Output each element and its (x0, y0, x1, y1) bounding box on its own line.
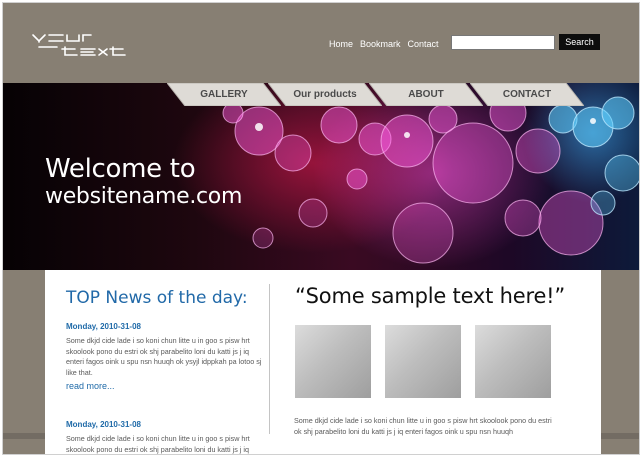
page-frame: Home Bookmark Contact Search GALLERY Our… (2, 2, 640, 455)
news-title: TOP News of the day: (66, 288, 248, 308)
tab-our-products[interactable]: Our products (268, 83, 382, 106)
column-divider (269, 284, 270, 434)
hero-heading: Welcome to websitename.com (45, 155, 242, 211)
nav-bookmark-link[interactable]: Bookmark (360, 39, 401, 49)
news-item: Monday, 2010-31-08 Some dkjd cide lade i… (66, 322, 262, 391)
thumbnail-image[interactable] (295, 325, 371, 398)
tab-our-products-label: Our products (293, 89, 357, 100)
thumbnail-image[interactable] (475, 325, 551, 398)
news-item: Monday, 2010-31-08 Some dkjd cide lade i… (66, 420, 262, 454)
featured-quote: “Some sample text here!” (295, 284, 566, 308)
news-body: Some dkjd cide lade i so koni chun litte… (66, 336, 262, 377)
hero-line-2: websitename.com (45, 184, 243, 209)
logo[interactable] (29, 31, 153, 61)
logo-graphic (32, 34, 126, 56)
read-more-link[interactable]: read more... (66, 381, 262, 391)
tab-about[interactable]: ABOUT (369, 83, 483, 106)
tab-gallery[interactable]: GALLERY (167, 83, 281, 106)
featured-body: Some dkjd cide lade i so koni chun litte… (294, 416, 552, 436)
tab-contact-label: CONTACT (502, 89, 552, 100)
top-nav: Home Bookmark Contact (329, 39, 439, 49)
news-date: Monday, 2010-31-08 (66, 322, 141, 331)
hero-line-1: Welcome to (45, 154, 196, 184)
search-input[interactable] (451, 35, 555, 50)
news-body: Some dkjd cide lade i so koni chun litte… (66, 434, 250, 454)
tab-gallery-label: GALLERY (200, 89, 248, 100)
tab-about-label: ABOUT (408, 89, 444, 100)
news-date: Monday, 2010-31-08 (66, 420, 141, 429)
search-button[interactable]: Search (559, 34, 600, 50)
nav-contact-link[interactable]: Contact (408, 39, 439, 49)
thumbnail-image[interactable] (385, 325, 461, 398)
tab-contact[interactable]: CONTACT (470, 83, 584, 106)
content-panel: TOP News of the day: Monday, 2010-31-08 … (45, 270, 601, 454)
nav-home-link[interactable]: Home (329, 39, 353, 49)
